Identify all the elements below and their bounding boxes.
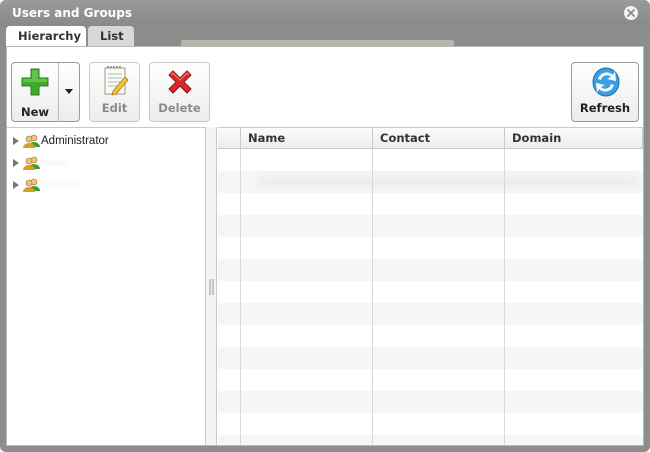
grid-header: Name Contact Domain <box>218 128 643 149</box>
new-button-label: New <box>20 105 50 119</box>
edit-note-icon <box>104 66 129 96</box>
title-bar[interactable]: Users and Groups <box>0 0 650 26</box>
table-row[interactable] <box>218 435 643 445</box>
user-group-icon <box>23 156 40 170</box>
grip-icon <box>209 279 214 295</box>
column-divider <box>240 128 241 445</box>
expand-arrow-icon[interactable] <box>13 159 19 167</box>
tab-content: New Edit Delete Refresh Administrator ··… <box>6 46 644 446</box>
grid-rows <box>218 149 643 445</box>
tree-item-label: Administrator <box>41 135 109 147</box>
table-row[interactable] <box>218 193 643 215</box>
user-group-icon <box>23 178 40 192</box>
delete-button-label: Delete <box>158 101 201 115</box>
users-groups-window: Users and Groups Hierarchy List New Edit… <box>0 0 650 452</box>
refresh-button-label: Refresh <box>579 101 631 115</box>
user-group-icon <box>23 134 40 148</box>
chevron-down-icon[interactable] <box>65 89 73 95</box>
new-button[interactable]: New <box>11 62 80 122</box>
delete-x-icon <box>168 70 192 94</box>
column-divider <box>504 128 505 445</box>
table-row[interactable] <box>218 237 643 259</box>
expand-arrow-icon[interactable] <box>13 137 19 145</box>
panel-splitter[interactable] <box>206 127 217 445</box>
close-button[interactable] <box>624 6 638 20</box>
split-divider <box>58 63 59 121</box>
refresh-button[interactable]: Refresh <box>571 62 639 122</box>
table-row[interactable] <box>218 281 643 303</box>
table-row[interactable] <box>218 325 643 347</box>
edit-button[interactable]: Edit <box>89 62 140 122</box>
edit-button-label: Edit <box>101 101 128 115</box>
column-header-contact[interactable]: Contact <box>373 128 505 149</box>
tab-hierarchy[interactable]: Hierarchy <box>6 26 86 46</box>
toolbar: New Edit Delete Refresh <box>7 57 643 123</box>
column-header-domain[interactable]: Domain <box>505 128 643 149</box>
table-row[interactable] <box>218 259 643 281</box>
delete-button[interactable]: Delete <box>149 62 210 122</box>
column-divider <box>372 128 373 445</box>
table-row[interactable] <box>218 149 643 171</box>
tree-item-label: ·········· <box>41 179 80 191</box>
row-number-header <box>218 128 241 149</box>
tab-list[interactable]: List <box>88 26 134 46</box>
blurred-row-content <box>258 177 638 187</box>
table-row[interactable] <box>218 303 643 325</box>
tree-item-label: ······· <box>41 157 68 169</box>
table-row[interactable] <box>218 413 643 435</box>
table-row[interactable] <box>218 391 643 413</box>
hierarchy-tree: Administrator ······· ·········· <box>7 127 206 445</box>
plus-icon <box>21 68 49 96</box>
table-row[interactable] <box>218 347 643 369</box>
refresh-icon <box>592 67 620 97</box>
table-row[interactable] <box>218 215 643 237</box>
users-grid: Name Contact Domain <box>218 127 643 445</box>
table-row[interactable] <box>218 171 643 193</box>
window-title: Users and Groups <box>12 6 132 20</box>
expand-arrow-icon[interactable] <box>13 181 19 189</box>
column-header-name[interactable]: Name <box>241 128 373 149</box>
close-icon <box>627 9 635 17</box>
table-row[interactable] <box>218 369 643 391</box>
